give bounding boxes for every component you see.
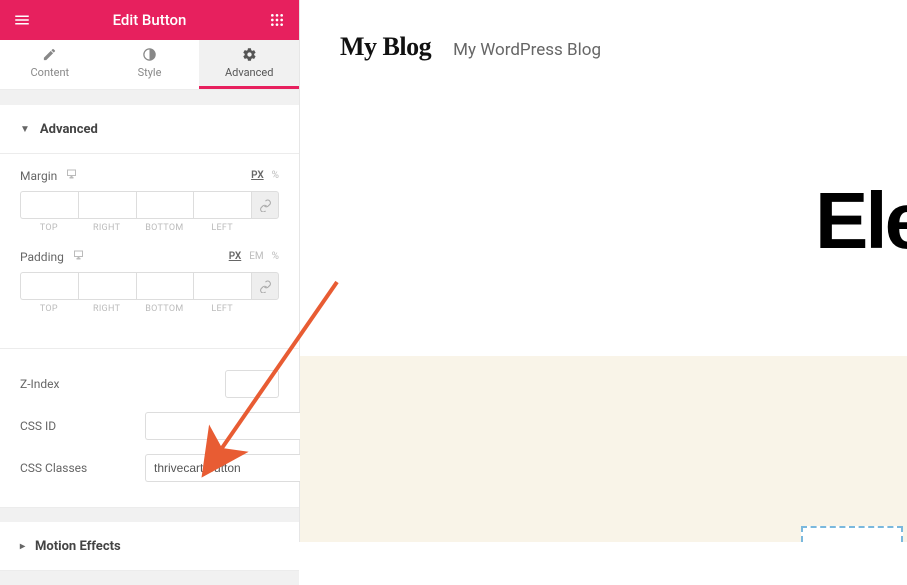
- css-classes-label: CSS Classes: [20, 461, 87, 475]
- desktop-icon[interactable]: [72, 249, 85, 264]
- panel-title: Edit Button: [32, 11, 267, 29]
- tab-style[interactable]: Style: [100, 40, 200, 89]
- padding-units: PX EM %: [229, 251, 279, 262]
- add-section-hint[interactable]: [801, 526, 903, 542]
- margin-units: PX %: [251, 170, 279, 181]
- menu-icon[interactable]: [12, 10, 32, 30]
- padding-left-input[interactable]: [193, 272, 251, 300]
- margin-top-input[interactable]: [20, 191, 78, 219]
- heading-cropped: Ele: [815, 175, 907, 267]
- preview-band: [300, 356, 907, 542]
- preview-header: My Blog My WordPress Blog: [300, 0, 907, 114]
- margin-right-input[interactable]: [78, 191, 136, 219]
- padding-right-input[interactable]: [78, 272, 136, 300]
- padding-right-caption: RIGHT: [78, 304, 136, 314]
- padding-top-caption: TOP: [20, 304, 78, 314]
- tab-style-label: Style: [138, 66, 162, 79]
- zindex-label: Z-Index: [20, 377, 59, 391]
- padding-label: Padding: [20, 250, 64, 264]
- padding-bottom-input[interactable]: [136, 272, 194, 300]
- css-id-label: CSS ID: [20, 419, 56, 433]
- margin-label: Margin: [20, 169, 57, 183]
- section-advanced-body: Margin PX % TOP RIGHT BOTTOM LEFT: [0, 153, 299, 348]
- panel-tabs: Content Style Advanced: [0, 40, 299, 90]
- panel-gap-2: [0, 508, 299, 522]
- control-zindex: Z-Index: [20, 363, 279, 405]
- caret-right-icon: ▸: [20, 541, 25, 552]
- editor-panel: Edit Button Content Style Advanced ▼ Adv…: [0, 0, 300, 542]
- padding-unit-px[interactable]: PX: [229, 251, 242, 262]
- css-id-input[interactable]: [145, 412, 317, 440]
- panel-header: Edit Button: [0, 0, 299, 40]
- margin-unit-pct[interactable]: %: [272, 170, 279, 181]
- site-title[interactable]: My Blog: [340, 32, 431, 62]
- padding-unit-pct[interactable]: %: [272, 251, 279, 262]
- section-advanced: ▼ Advanced Margin PX %: [0, 105, 299, 508]
- section-advanced-header[interactable]: ▼ Advanced: [0, 105, 299, 153]
- section-advanced-body-2: Z-Index CSS ID CSS Classes: [0, 348, 299, 507]
- control-padding: Padding PX EM % TOP RIGHT BOTTOM: [20, 249, 279, 314]
- panel-gap: [0, 90, 299, 105]
- apps-icon[interactable]: [267, 10, 287, 30]
- margin-link-button[interactable]: [251, 191, 279, 219]
- section-motion-effects-header[interactable]: ▸ Motion Effects: [0, 522, 299, 570]
- control-margin: Margin PX % TOP RIGHT BOTTOM LEFT: [20, 168, 279, 233]
- panel-gap-3: [0, 571, 299, 585]
- padding-left-caption: LEFT: [193, 304, 251, 314]
- margin-unit-px[interactable]: PX: [251, 170, 264, 181]
- tab-content-label: Content: [31, 66, 70, 79]
- css-classes-input[interactable]: [145, 454, 317, 482]
- tab-advanced[interactable]: Advanced: [199, 40, 299, 89]
- desktop-icon[interactable]: [65, 168, 78, 183]
- margin-left-caption: LEFT: [193, 223, 251, 233]
- zindex-input[interactable]: [225, 370, 279, 398]
- section-advanced-title: Advanced: [40, 122, 98, 137]
- margin-top-caption: TOP: [20, 223, 78, 233]
- margin-bottom-caption: BOTTOM: [136, 223, 194, 233]
- preview-area: My Blog My WordPress Blog Ele: [300, 0, 907, 542]
- tab-content[interactable]: Content: [0, 40, 100, 89]
- control-css-classes: CSS Classes: [20, 447, 279, 489]
- site-tagline: My WordPress Blog: [453, 40, 601, 60]
- margin-bottom-input[interactable]: [136, 191, 194, 219]
- padding-link-button[interactable]: [251, 272, 279, 300]
- caret-down-icon: ▼: [20, 124, 30, 135]
- margin-left-input[interactable]: [193, 191, 251, 219]
- padding-unit-em[interactable]: EM: [249, 251, 263, 262]
- section-motion-effects: ▸ Motion Effects: [0, 522, 299, 571]
- section-motion-effects-title: Motion Effects: [35, 539, 121, 554]
- control-css-id: CSS ID: [20, 405, 279, 447]
- margin-inputs: TOP RIGHT BOTTOM LEFT: [20, 191, 279, 233]
- padding-inputs: TOP RIGHT BOTTOM LEFT: [20, 272, 279, 314]
- margin-right-caption: RIGHT: [78, 223, 136, 233]
- padding-bottom-caption: BOTTOM: [136, 304, 194, 314]
- tab-advanced-label: Advanced: [225, 66, 273, 79]
- padding-top-input[interactable]: [20, 272, 78, 300]
